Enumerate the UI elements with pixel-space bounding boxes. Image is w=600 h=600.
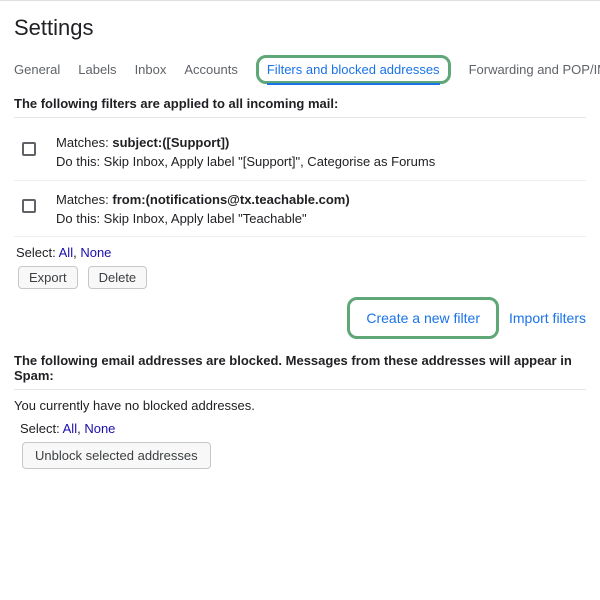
blocked-empty-text: You currently have no blocked addresses. [14,398,586,413]
settings-tabs: General Labels Inbox Accounts Filters an… [14,55,586,84]
blocked-select-row: Select: All, None [20,421,586,436]
create-filter-link[interactable]: Create a new filter [366,310,480,326]
select-label: Select: [16,245,59,260]
matches-value: subject:([Support]) [112,135,229,150]
filters-button-row: Export Delete [18,266,586,289]
divider [14,389,586,390]
tab-accounts[interactable]: Accounts [184,56,237,83]
filters-section-title: The following filters are applied to all… [14,96,586,111]
divider [14,117,586,118]
blocked-button-row: Unblock selected addresses [22,442,586,469]
filter-row: Matches: from:(notifications@tx.teachabl… [14,181,586,238]
tab-forwarding[interactable]: Forwarding and POP/IMAP [469,56,600,83]
tab-filters[interactable]: Filters and blocked addresses [267,56,440,85]
filter-checkbox[interactable] [22,199,36,213]
tab-general[interactable]: General [14,56,60,83]
tab-labels[interactable]: Labels [78,56,116,83]
create-filter-highlight: Create a new filter [347,297,499,339]
matches-value: from:(notifications@tx.teachable.com) [112,192,349,207]
export-button[interactable]: Export [18,266,78,289]
filters-action-row: Create a new filter Import filters [14,297,586,339]
unblock-button[interactable]: Unblock selected addresses [22,442,211,469]
select-none-link[interactable]: None [84,421,115,436]
tab-filters-highlight: Filters and blocked addresses [256,55,451,84]
filters-select-row: Select: All, None [16,245,586,260]
delete-button[interactable]: Delete [88,266,148,289]
select-label: Select: [20,421,63,436]
select-all-link[interactable]: All [59,245,73,260]
matches-label: Matches: [56,192,112,207]
filter-text: Matches: subject:([Support]) Do this: Sk… [56,134,435,172]
filter-action: Do this: Skip Inbox, Apply label "[Suppo… [56,153,435,172]
tab-inbox[interactable]: Inbox [135,56,167,83]
filter-row: Matches: subject:([Support]) Do this: Sk… [14,124,586,181]
select-none-link[interactable]: None [80,245,111,260]
import-filters-link[interactable]: Import filters [509,310,586,326]
filter-action: Do this: Skip Inbox, Apply label "Teacha… [56,210,350,229]
page-title: Settings [14,15,586,41]
matches-label: Matches: [56,135,112,150]
filter-checkbox[interactable] [22,142,36,156]
filter-text: Matches: from:(notifications@tx.teachabl… [56,191,350,229]
blocked-section-title: The following email addresses are blocke… [14,353,586,383]
select-all-link[interactable]: All [63,421,77,436]
